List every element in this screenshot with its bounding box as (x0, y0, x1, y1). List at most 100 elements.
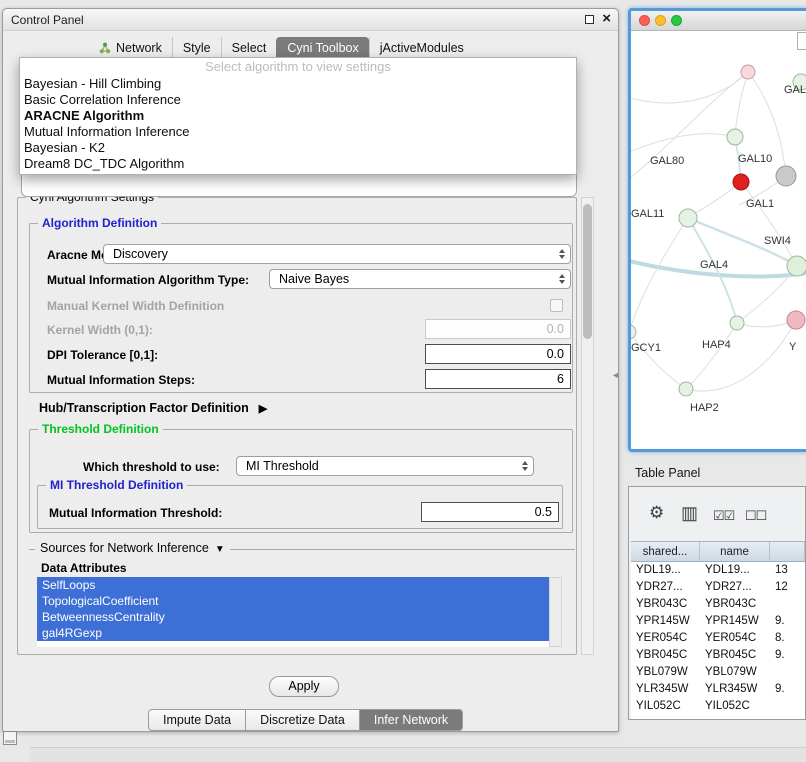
combo-arrows-icon (559, 249, 565, 259)
column-header-2[interactable]: name (700, 542, 770, 561)
close-icon[interactable]: × (602, 10, 611, 27)
control-panel-window: Control Panel × NetworkStyleSelectCyni T… (2, 8, 619, 732)
combo-arrows-icon (559, 274, 565, 284)
column-header-3[interactable] (770, 542, 805, 561)
table-cell: YBL079W (631, 664, 700, 681)
graph-node[interactable] (730, 316, 744, 330)
data-attributes-list: SelfLoopsTopologicalCoefficientBetweenne… (37, 577, 549, 647)
algorithm-option[interactable]: Basic Correlation Inference (20, 92, 576, 108)
mi-type-select[interactable]: Naive Bayes (269, 269, 571, 289)
select-all-rows-icon[interactable]: ☑☑ (713, 506, 734, 526)
dpi-tolerance-field[interactable]: 0.0 (425, 344, 571, 364)
table-cell: YDL19... (700, 562, 770, 579)
tab-cyni-toolbox[interactable]: Cyni Toolbox (276, 37, 368, 59)
float-window-icon[interactable] (585, 15, 594, 24)
sources-expander[interactable]: Sources for Network Inference▼ (35, 541, 230, 555)
combo-arrows-icon (522, 461, 528, 471)
attributes-list-scrollbar[interactable] (549, 577, 562, 647)
scrollbar-thumb[interactable] (583, 204, 592, 339)
table-cell: YER054C (631, 630, 700, 647)
table-cell: YIL052C (631, 698, 700, 715)
graph-node[interactable] (787, 256, 806, 276)
graph-node[interactable] (733, 174, 749, 190)
algorithm-definition-title: Algorithm Definition (38, 216, 161, 230)
mi-steps-label: Mutual Information Steps: (47, 372, 195, 388)
table-cell: 9. (770, 681, 805, 698)
graph-edge[interactable] (741, 182, 797, 266)
table-row[interactable]: YDL19...YDL19...13 (631, 562, 805, 579)
tab-style[interactable]: Style (172, 37, 221, 59)
graph-edge[interactable] (631, 72, 748, 182)
bottom-tab-discretize-data[interactable]: Discretize Data (246, 709, 360, 731)
graph-edge[interactable] (631, 66, 753, 103)
mi-threshold-field[interactable]: 0.5 (421, 502, 559, 522)
aracne-mode-select[interactable]: Discovery (103, 244, 571, 264)
close-button[interactable] (639, 15, 650, 26)
table-row[interactable]: YDR27...YDR27...12 (631, 579, 805, 596)
column-header-1[interactable]: shared... (631, 542, 700, 561)
minimize-button[interactable] (655, 15, 666, 26)
attribute-item[interactable]: BetweennessCentrality (37, 609, 549, 625)
network-view-window: GAL8GAL80GAL10GAL11GAL1SWI4GAL4GCY1HAP4Y… (628, 8, 806, 452)
tab-select[interactable]: Select (221, 37, 277, 59)
algorithm-option[interactable]: ARACNE Algorithm (20, 108, 576, 124)
which-threshold-value: MI Threshold (246, 459, 319, 473)
apply-button[interactable]: Apply (269, 676, 339, 697)
bottom-tab-impute-data[interactable]: Impute Data (148, 709, 246, 731)
network-canvas[interactable]: GAL8GAL80GAL10GAL11GAL1SWI4GAL4GCY1HAP4Y… (631, 32, 806, 452)
table-cell (770, 664, 805, 681)
which-threshold-label: Which threshold to use: (83, 459, 220, 475)
graph-node[interactable] (741, 65, 755, 79)
table-row[interactable]: YPR145WYPR145W9. (631, 613, 805, 630)
graph-node[interactable] (631, 325, 636, 339)
table-cell: YDL19... (631, 562, 700, 579)
deselect-all-rows-icon[interactable]: ☐☐ (745, 506, 766, 526)
table-row[interactable]: YIL052CYIL052C (631, 698, 805, 715)
network-scrollbar[interactable] (797, 32, 806, 50)
graph-node[interactable] (679, 382, 693, 396)
table-row[interactable]: YBR045CYBR045C9. (631, 647, 805, 664)
splitter-handle[interactable]: ◄ (611, 370, 620, 380)
table-cell: YLR345W (700, 681, 770, 698)
attribute-item[interactable]: TopologicalCoefficient (37, 593, 549, 609)
hub-definition-expander[interactable]: Hub/Transcription Factor Definition▶ (39, 401, 267, 415)
graph-edge[interactable] (688, 182, 741, 218)
table-row[interactable]: YER054CYER054C8. (631, 630, 805, 647)
table-row[interactable]: YLR345WYLR345W9. (631, 681, 805, 698)
table-cell: YBL079W (700, 664, 770, 681)
table-panel-window: ⚙▥☑☑☐☐ shared...name YDL19...YDL19...13Y… (628, 486, 806, 720)
attribute-item[interactable]: SelfLoops (37, 577, 549, 593)
bottom-tab-infer-network[interactable]: Infer Network (360, 709, 463, 731)
tab-label: jActiveModules (380, 37, 464, 59)
algorithm-option[interactable]: Dream8 DC_TDC Algorithm (20, 156, 576, 172)
graph-edge[interactable] (686, 320, 796, 391)
graph-edge[interactable] (686, 323, 737, 389)
settings-scrollbar[interactable] (581, 197, 594, 655)
table-cell: YDR27... (631, 579, 700, 596)
table-cell: YBR045C (631, 647, 700, 664)
column-visibility-icon[interactable]: ▥ (681, 503, 698, 523)
settings-gear-icon[interactable]: ⚙ (649, 503, 664, 523)
table-cell: YER054C (700, 630, 770, 647)
graph-node[interactable] (787, 311, 805, 329)
table-row[interactable]: YBL079WYBL079W (631, 664, 805, 681)
graph-edge[interactable] (631, 332, 686, 389)
attribute-item[interactable]: gal4RGexp (37, 625, 549, 641)
algorithm-option[interactable]: Mutual Information Inference (20, 124, 576, 140)
algorithm-option[interactable]: Bayesian - Hill Climbing (20, 76, 576, 92)
docked-panel-icon[interactable] (3, 731, 17, 745)
algorithm-option[interactable]: Bayesian - K2 (20, 140, 576, 156)
tab-network[interactable]: Network (89, 37, 172, 59)
graph-node[interactable] (679, 209, 697, 227)
graph-node[interactable] (776, 166, 796, 186)
graph-edge[interactable] (631, 134, 735, 154)
manual-kernel-checkbox[interactable] (550, 299, 563, 312)
graph-node[interactable] (727, 129, 743, 145)
kernel-width-field[interactable]: 0.0 (425, 319, 571, 339)
zoom-button[interactable] (671, 15, 682, 26)
graph-edge[interactable] (631, 218, 688, 332)
which-threshold-select[interactable]: MI Threshold (236, 456, 534, 476)
tab-jactivemodules[interactable]: jActiveModules (369, 37, 474, 59)
mi-steps-field[interactable]: 6 (425, 369, 571, 389)
table-row[interactable]: YBR043CYBR043C (631, 596, 805, 613)
